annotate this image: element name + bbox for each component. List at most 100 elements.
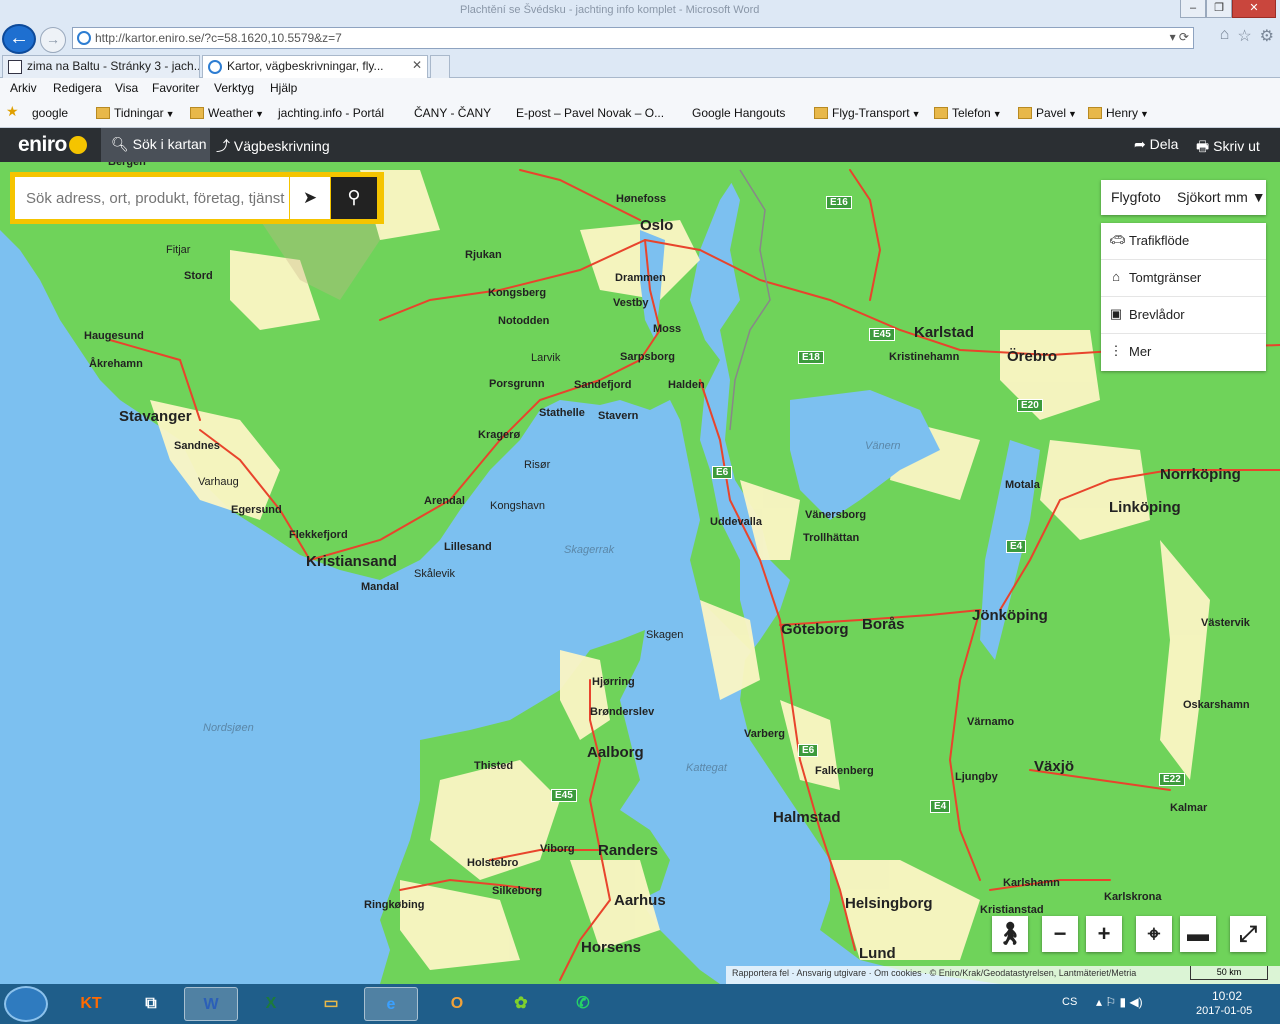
place-label: Åkrehamn (89, 358, 143, 370)
flygfoto-button[interactable]: Flygfoto (1111, 189, 1161, 205)
close-tab-icon[interactable]: ✕ (412, 58, 422, 72)
place-label: Kristiansand (306, 553, 397, 570)
back-button[interactable]: ← (2, 24, 36, 54)
refresh-icon[interactable]: ▾ ⟳ (1170, 30, 1189, 44)
taskbar-app-word[interactable]: W (184, 987, 238, 1021)
measure-button[interactable]: ▬ (1180, 916, 1216, 952)
tray-icons[interactable]: ▴ ⚐ ▮ ◀) (1096, 995, 1143, 1009)
taskbar-app-explorer[interactable]: ▭ (304, 987, 358, 1021)
place-label: Norrköping (1160, 466, 1241, 483)
my-location-button[interactable]: ⌖ (1136, 916, 1172, 952)
place-label: Arendal (424, 495, 465, 507)
home-icon[interactable]: ⌂ (1220, 26, 1230, 46)
fav-flyg[interactable]: Flyg-Transport ▼ (814, 106, 921, 120)
minimize-button[interactable]: – (1180, 0, 1206, 18)
place-label: Stord (184, 270, 213, 282)
taskbar-app-ie[interactable]: e (364, 987, 418, 1021)
clock-date[interactable]: 2017-01-05 (1196, 1005, 1252, 1017)
place-label: Thisted (474, 760, 514, 772)
menu-redigera[interactable]: Redigera (53, 81, 102, 95)
zoom-out-button[interactable]: − (1042, 916, 1078, 952)
house-boundary-icon: ⌂ (1112, 269, 1120, 284)
fav-hangouts[interactable]: Google Hangouts (692, 106, 785, 120)
place-label: Växjö (1034, 758, 1075, 775)
search-button[interactable]: ⚲ (331, 177, 377, 219)
tab-zima-na-baltu[interactable]: zima na Baltu - Stránky 3 - jach... (2, 55, 200, 78)
fav-cany[interactable]: ČANY - ČANY (414, 106, 491, 120)
search-icon: 🔍︎ (111, 136, 129, 152)
forward-button[interactable]: → (40, 27, 66, 53)
fav-jachting[interactable]: jachting.info - Portál (278, 106, 384, 120)
language-indicator[interactable]: CS (1062, 996, 1077, 1008)
fav-telefon[interactable]: Telefon ▼ (934, 106, 1002, 120)
maximize-button[interactable]: ❐ (1206, 0, 1232, 18)
address-row: ← → http://kartor.eniro.se/?c=58.1620,10… (0, 22, 1280, 54)
place-label: Halden (668, 379, 705, 391)
taskbar-app-whatsapp[interactable]: ✆ (556, 987, 610, 1021)
place-label: Egersund (231, 504, 282, 516)
menu-visa[interactable]: Visa (115, 81, 138, 95)
address-url[interactable]: http://kartor.eniro.se/?c=58.1620,10.557… (95, 31, 342, 45)
fav-henry[interactable]: Henry ▼ (1088, 106, 1149, 120)
sjokort-dropdown[interactable]: Sjökort mm ▼ (1177, 189, 1266, 205)
layer-trafikflode[interactable]: 🚗︎ Trafikflöde (1101, 223, 1266, 260)
fav-google[interactable]: google (32, 106, 68, 120)
eniro-logo[interactable]: eniro (18, 133, 87, 157)
map-canvas[interactable]: Bergen Fitjar Stord Haugesund Åkrehamn Stavan… (0, 162, 1280, 984)
layer-mer[interactable]: ⋮ Mer (1101, 334, 1266, 371)
fav-pavel[interactable]: Pavel ▼ (1018, 106, 1077, 120)
close-button[interactable]: ✕ (1232, 0, 1276, 18)
taskbar-app-icq[interactable]: ✿ (494, 987, 548, 1021)
address-bar[interactable]: http://kartor.eniro.se/?c=58.1620,10.557… (72, 27, 1194, 49)
ruler-icon: ▬ (1187, 921, 1209, 946)
taskbar-app-excel[interactable]: X (244, 987, 298, 1021)
fav-epost[interactable]: E-post – Pavel Novak – O... (516, 106, 664, 120)
place-label: Uddevalla (710, 516, 762, 528)
place-label: Helsingborg (845, 895, 933, 912)
place-label: Motala (1005, 479, 1040, 491)
print-button[interactable]: 🖶 Skriv ut (1196, 136, 1260, 160)
place-label: Ringkøbing (364, 899, 425, 911)
locate-me-button[interactable]: ➤ (290, 177, 330, 219)
place-label: Fitjar (166, 244, 191, 256)
menu-verktyg[interactable]: Verktyg (214, 81, 254, 95)
search-input[interactable] (15, 177, 289, 219)
route-tab[interactable]: ⤴ Vägbeskrivning (216, 136, 330, 156)
favorites-star-icon[interactable]: ☆ (1237, 26, 1251, 46)
place-label: Sandefjord (574, 379, 632, 391)
place-label: Holstebro (467, 857, 519, 869)
taskbar-app-kt[interactable]: KT (64, 987, 118, 1021)
favorites-star-icon[interactable]: ★ (6, 103, 19, 120)
tab-kartor[interactable]: Kartor, vägbeskrivningar, fly... ✕ (202, 55, 428, 78)
new-tab-button[interactable] (430, 55, 450, 78)
menu-bar: Arkiv Redigera Visa Favoriter Verktyg Hj… (0, 78, 1280, 100)
print-label: Skriv ut (1213, 138, 1260, 154)
street-view-button[interactable]: 🚶︎ (992, 916, 1028, 952)
place-label: Oskarshamn (1183, 699, 1250, 711)
start-button[interactable] (4, 986, 48, 1022)
place-label: Ljungby (955, 771, 998, 783)
search-map-tab[interactable]: 🔍︎ Sök i kartan (101, 128, 210, 162)
place-label: Risør (524, 459, 551, 471)
share-button[interactable]: ➦ Dela (1134, 136, 1178, 153)
layer-tomtgranser[interactable]: ⌂ Tomtgränser (1101, 260, 1266, 297)
place-label: Kristinehamn (889, 351, 960, 363)
place-label: Hjørring (592, 676, 635, 688)
chevron-down-icon: ▼ (1251, 189, 1266, 205)
taskbar-app-tool-icon[interactable]: ⧉ (124, 987, 178, 1021)
fullscreen-button[interactable]: ⤢ (1230, 916, 1266, 952)
layer-brevlador[interactable]: ▣ Brevlådor (1101, 297, 1266, 334)
taskbar-app-outlook[interactable]: O (430, 987, 484, 1021)
zoom-in-button[interactable]: + (1086, 916, 1122, 952)
place-label: Sarpsborg (620, 351, 676, 363)
fav-weather[interactable]: Weather ▼ (190, 106, 264, 120)
place-label: Skagen (646, 629, 684, 641)
menu-arkiv[interactable]: Arkiv (10, 81, 37, 95)
menu-hjalp[interactable]: Hjälp (270, 81, 297, 95)
menu-favoriter[interactable]: Favoriter (152, 81, 199, 95)
place-label: Stavern (598, 410, 639, 422)
fav-tidningar[interactable]: Tidningar ▼ (96, 106, 175, 120)
settings-gear-icon[interactable]: ⚙ (1260, 26, 1274, 46)
place-label: Rjukan (465, 249, 502, 261)
clock-time[interactable]: 10:02 (1212, 989, 1242, 1003)
